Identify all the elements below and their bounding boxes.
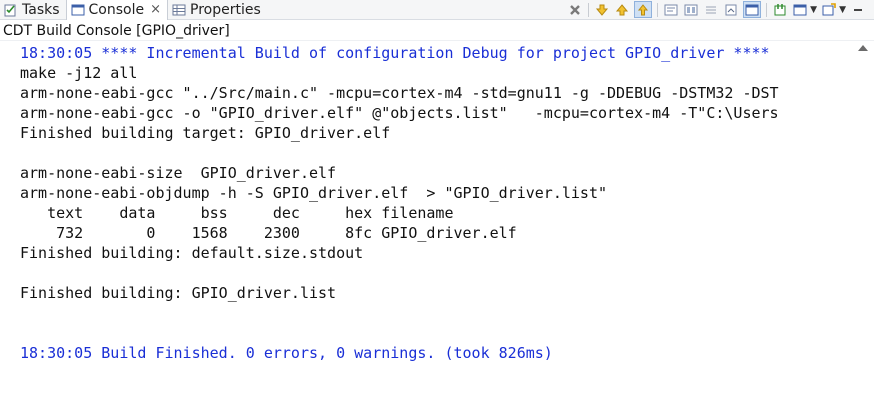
console-line: 18:30:05 Build Finished. 0 errors, 0 war…: [20, 344, 553, 362]
clear-console-icon[interactable]: [703, 2, 719, 18]
console-line: 18:30:05 **** Incremental Build of confi…: [20, 44, 770, 62]
word-wrap-icon[interactable]: [663, 2, 679, 18]
scroll-up-icon[interactable]: [614, 2, 630, 18]
tab-properties[interactable]: Properties: [168, 0, 267, 19]
tab-properties-label: Properties: [190, 1, 261, 18]
pin-icon[interactable]: [772, 2, 788, 18]
tab-console[interactable]: Console ×: [65, 0, 168, 20]
console-line: make -j12 all: [20, 64, 138, 82]
tab-tasks[interactable]: Tasks: [0, 0, 66, 19]
console-title: CDT Build Console [GPIO_driver]: [0, 21, 874, 41]
console-line: text data bss dec hex filename: [20, 204, 454, 222]
toolbar-separator: [657, 2, 659, 17]
console-line: 732 0 1568 2300 8fc GPIO_driver.elf: [20, 224, 517, 242]
scroll-lock-icon[interactable]: [634, 1, 653, 18]
tab-tasks-label: Tasks: [22, 1, 60, 18]
tasks-icon: [4, 3, 18, 17]
open-console-icon[interactable]: [821, 2, 837, 18]
console-output[interactable]: 18:30:05 **** Incremental Build of confi…: [20, 43, 854, 415]
display-selected-console-icon[interactable]: [743, 1, 762, 18]
console-line: arm-none-eabi-objdump -h -S GPIO_driver.…: [20, 184, 607, 202]
console-toolbar: ▼ ▼: [567, 0, 874, 19]
chevron-down-icon[interactable]: ▼: [839, 5, 846, 15]
properties-icon: [172, 3, 186, 17]
console-line: arm-none-eabi-size GPIO_driver.elf: [20, 164, 337, 182]
tab-console-label: Console: [88, 1, 145, 18]
console-line: Finished building: GPIO_driver.list: [20, 284, 337, 302]
console-icon: [71, 3, 85, 17]
close-icon[interactable]: ×: [150, 2, 161, 17]
console-line: Finished building target: GPIO_driver.el…: [20, 124, 391, 142]
chevron-down-icon[interactable]: ▼: [810, 5, 817, 15]
toolbar-separator: [588, 2, 590, 17]
pin-console-icon[interactable]: [723, 2, 739, 18]
remove-launch-icon[interactable]: [567, 2, 583, 18]
toolbar-separator: [766, 2, 768, 17]
console-line: arm-none-eabi-gcc "../Src/main.c" -mcpu=…: [20, 84, 779, 102]
show-console-on-output-icon[interactable]: [683, 2, 699, 18]
scroll-up-arrow-icon[interactable]: [858, 45, 868, 51]
minimize-icon[interactable]: [850, 2, 866, 18]
scroll-down-icon[interactable]: [594, 2, 610, 18]
display-console-icon[interactable]: [792, 2, 808, 18]
vertical-scrollbar[interactable]: [854, 43, 874, 415]
console-line: Finished building: default.size.stdout: [20, 244, 364, 262]
console-line: arm-none-eabi-gcc -o "GPIO_driver.elf" @…: [20, 104, 779, 122]
